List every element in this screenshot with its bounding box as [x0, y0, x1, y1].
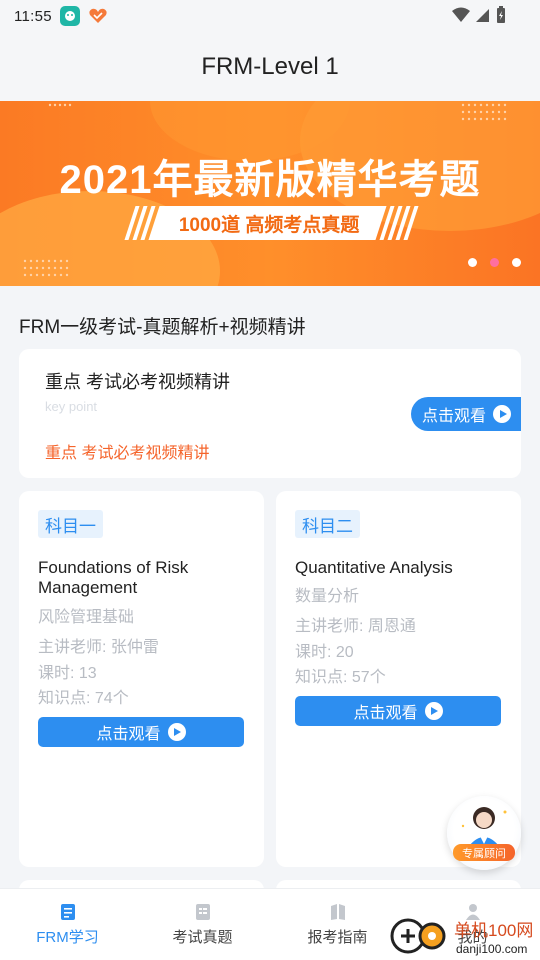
- nav-item-guide[interactable]: 报考指南: [270, 889, 405, 960]
- nav-item-frm-study[interactable]: FRM学习: [0, 889, 135, 960]
- nav-label: 考试真题: [172, 928, 233, 946]
- exam-icon: [195, 903, 210, 920]
- subject-hours: 课时: 13: [38, 665, 97, 682]
- subject-card-1[interactable]: 科目一 Foundations of Risk Management 风险管理基…: [19, 491, 264, 867]
- app-notification-icon: [59, 6, 80, 26]
- advisor-float-button[interactable]: 专属顾问: [447, 796, 521, 870]
- play-icon: [493, 405, 512, 423]
- banner-subtitle: 1000道 高频考点真题: [178, 214, 360, 236]
- carousel-dot[interactable]: [468, 258, 477, 267]
- app-header: FRM-Level 1: [0, 32, 540, 101]
- banner-title: 2021年最新版精华考题: [59, 158, 481, 202]
- subject-name-cn: 数量分析: [295, 588, 360, 605]
- battery-icon: [497, 6, 505, 23]
- svg-text:单机100网: 单机100网: [454, 921, 533, 940]
- key-card-subtitle: key point: [45, 399, 98, 414]
- promo-banner[interactable]: 2021年最新版精华考题 1000道 高频考点真题: [0, 101, 540, 286]
- advisor-label: 专属顾问: [453, 844, 515, 861]
- subject-name-cn: 风险管理基础: [38, 609, 135, 626]
- subject-teacher: 主讲老师: 周恩通: [295, 618, 416, 635]
- carousel-dot[interactable]: [490, 258, 499, 267]
- key-card-title: 重点 考试必考视频精讲: [45, 372, 230, 392]
- section-title: FRM一级考试-真题解析+视频精讲: [19, 317, 306, 338]
- subject-tag: 科目二: [295, 510, 360, 538]
- page-title: FRM-Level 1: [201, 52, 339, 80]
- subject-watch-button[interactable]: 点击观看: [38, 717, 244, 747]
- play-icon: [424, 702, 443, 720]
- key-card-watch-button[interactable]: 点击观看: [411, 397, 521, 431]
- play-icon: [167, 723, 186, 741]
- key-card-highlight: 重点 考试必考视频精讲: [45, 445, 210, 462]
- subject-tag: 科目一: [38, 510, 103, 538]
- subject-points: 知识点: 57个: [295, 669, 386, 686]
- watch-button-label: 点击观看: [96, 726, 161, 743]
- subject-watch-button[interactable]: 点击观看: [295, 696, 501, 726]
- wifi-icon: [452, 7, 470, 22]
- subject-name-en: Foundations of Risk Management: [38, 558, 189, 597]
- signal-icon: [476, 9, 489, 22]
- watch-button-label: 点击观看: [353, 705, 418, 722]
- watch-button-label: 点击观看: [422, 408, 487, 425]
- subject-teacher: 主讲老师: 张仲雷: [38, 639, 159, 656]
- app-notification-icon-2: [88, 6, 108, 26]
- nav-item-exam[interactable]: 考试真题: [135, 889, 270, 960]
- watermark-logo: 单机100网 danji100.com: [388, 912, 540, 960]
- banner-dots-pattern: [461, 103, 507, 121]
- carousel-dot[interactable]: [512, 258, 521, 267]
- subject-name-en: Quantitative Analysis: [295, 558, 453, 577]
- banner-dots-pattern: [48, 103, 72, 107]
- banner-stripes-right: [379, 206, 419, 240]
- guide-icon: [330, 903, 345, 920]
- nav-label: FRM学习: [36, 928, 99, 946]
- key-point-card[interactable]: 重点 考试必考视频精讲 key point 重点 考试必考视频精讲 点击观看: [19, 349, 521, 478]
- book-icon: [60, 903, 75, 920]
- subject-points: 知识点: 74个: [38, 690, 129, 707]
- subject-hours: 课时: 20: [295, 644, 354, 661]
- banner-subtitle-pill: 1000道 高频考点真题: [151, 206, 387, 240]
- nav-label: 报考指南: [307, 928, 368, 946]
- status-bar: 11:55: [0, 0, 540, 32]
- status-icons: [452, 6, 506, 24]
- banner-dots-pattern: [23, 259, 69, 277]
- status-time: 11:55: [14, 7, 52, 25]
- svg-text:danji100.com: danji100.com: [456, 942, 527, 956]
